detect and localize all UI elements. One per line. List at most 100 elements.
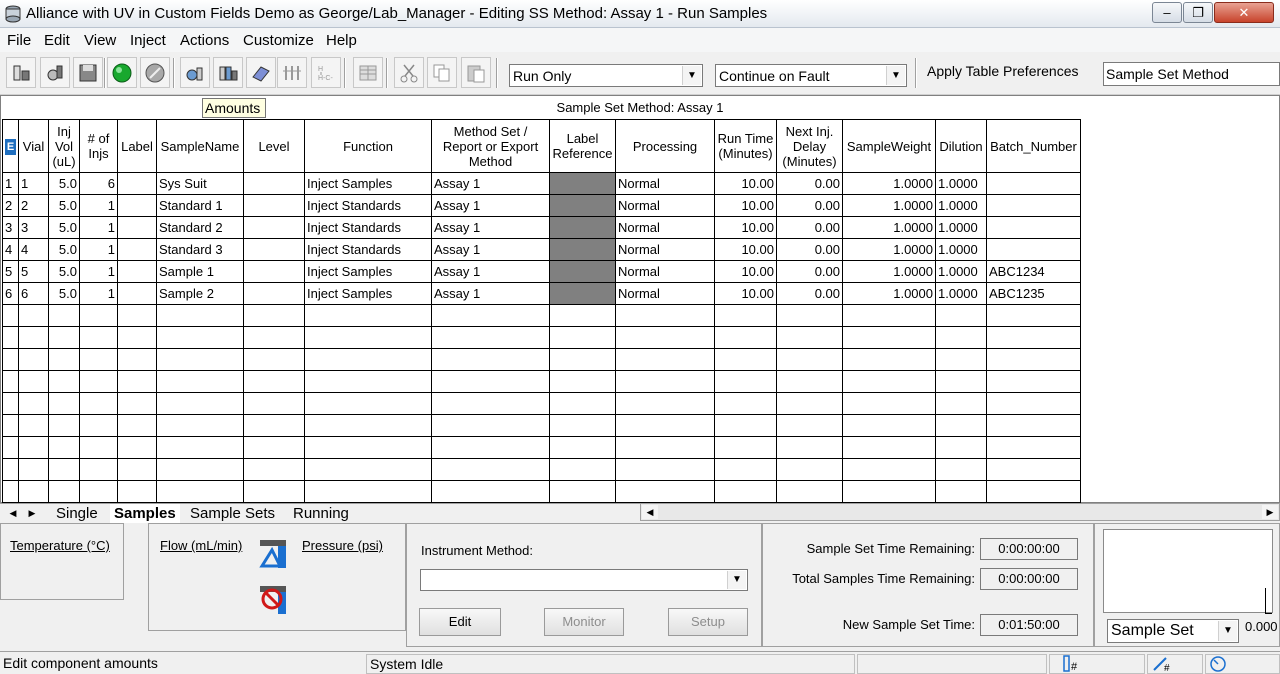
row-number[interactable]: 4 — [2, 238, 19, 261]
menu-file[interactable]: File — [7, 32, 31, 49]
cell-dilution[interactable] — [935, 480, 987, 503]
empty-table-row[interactable] — [2, 348, 1081, 371]
cell-function[interactable]: Inject Samples — [304, 172, 432, 195]
cell-sample-weight[interactable] — [842, 436, 936, 459]
start-run-button[interactable] — [107, 57, 137, 88]
cell-batch-number[interactable] — [986, 194, 1081, 217]
cell-level[interactable] — [243, 480, 305, 503]
table-row[interactable]: 6 6 5.0 1 Sample 2 Inject Samples Assay 1 Norma… — [2, 282, 1081, 305]
tab-scroll-left-icon[interactable]: ◀ — [6, 506, 20, 520]
cell-function[interactable]: Inject Standards — [304, 238, 432, 261]
cell-vial[interactable] — [18, 436, 49, 459]
empty-table-row[interactable] — [2, 458, 1081, 481]
horizontal-scrollbar[interactable]: ◀ ▶ — [640, 503, 1280, 521]
cell-sample-name[interactable] — [156, 348, 244, 371]
inject-vial-button[interactable] — [6, 57, 36, 88]
row-number[interactable] — [2, 304, 19, 327]
table-corner[interactable]: E — [2, 119, 19, 173]
cell-function[interactable] — [304, 304, 432, 327]
cell-num-injs[interactable]: 1 — [79, 282, 118, 305]
cell-sample-weight[interactable]: 1.0000 — [842, 194, 936, 217]
cell-level[interactable] — [243, 326, 305, 349]
cell-inj-vol[interactable] — [48, 304, 80, 327]
cell-vial[interactable] — [18, 348, 49, 371]
cell-num-injs[interactable]: 1 — [79, 238, 118, 261]
cell-dilution[interactable] — [935, 370, 987, 393]
column-header-processing[interactable]: Processing — [615, 119, 715, 173]
cell-batch-number[interactable]: ABC1234 — [986, 260, 1081, 283]
cell-function[interactable]: Inject Samples — [304, 282, 432, 305]
cell-function[interactable] — [304, 348, 432, 371]
cell-vial[interactable] — [18, 370, 49, 393]
cell-label[interactable] — [117, 238, 157, 261]
cell-inj-vol[interactable] — [48, 326, 80, 349]
cell-processing[interactable]: Normal — [615, 194, 715, 217]
cell-next-inj-delay[interactable] — [776, 370, 843, 393]
cell-function[interactable]: Inject Standards — [304, 194, 432, 217]
column-header-next-inj-delay[interactable]: Next Inj. Delay (Minutes) — [776, 119, 843, 173]
edit-button[interactable]: Edit — [419, 608, 501, 636]
menu-help[interactable]: Help — [326, 32, 357, 49]
cell-method-set[interactable] — [431, 348, 550, 371]
cell-inj-vol[interactable]: 5.0 — [48, 216, 80, 239]
cell-label[interactable] — [117, 260, 157, 283]
cell-label[interactable] — [117, 414, 157, 437]
cell-batch-number[interactable] — [986, 458, 1081, 481]
tab-single[interactable]: Single — [52, 504, 102, 523]
cell-method-set[interactable] — [431, 370, 550, 393]
cell-dilution[interactable] — [935, 348, 987, 371]
cell-level[interactable] — [243, 414, 305, 437]
cell-processing[interactable]: Normal — [615, 238, 715, 261]
cell-level[interactable] — [243, 238, 305, 261]
inject-sample-button[interactable] — [40, 57, 70, 88]
cell-label-reference[interactable] — [549, 458, 616, 481]
cell-method-set[interactable] — [431, 392, 550, 415]
pump-off-icon[interactable] — [258, 582, 290, 616]
cell-batch-number[interactable] — [986, 370, 1081, 393]
cell-run-time[interactable] — [714, 304, 777, 327]
cell-dilution[interactable] — [935, 436, 987, 459]
tab-running[interactable]: Running — [289, 504, 353, 523]
cell-level[interactable] — [243, 348, 305, 371]
cell-dilution[interactable]: 1.0000 — [935, 172, 987, 195]
cell-vial[interactable]: 1 — [18, 172, 49, 195]
column-header-sample-weight[interactable]: SampleWeight — [842, 119, 936, 173]
cell-vial[interactable] — [18, 414, 49, 437]
cell-sample-name[interactable] — [156, 436, 244, 459]
cell-dilution[interactable]: 1.0000 — [935, 216, 987, 239]
cell-vial[interactable] — [18, 392, 49, 415]
cell-dilution[interactable] — [935, 458, 987, 481]
cell-next-inj-delay[interactable]: 0.00 — [776, 260, 843, 283]
cell-function[interactable] — [304, 458, 432, 481]
empty-table-row[interactable] — [2, 370, 1081, 393]
cell-label[interactable] — [117, 216, 157, 239]
empty-table-row[interactable] — [2, 480, 1081, 503]
tab-samples[interactable]: Samples — [110, 504, 180, 523]
cell-label-reference[interactable] — [549, 392, 616, 415]
cell-inj-vol[interactable]: 5.0 — [48, 260, 80, 283]
cell-vial[interactable]: 2 — [18, 194, 49, 217]
cell-method-set[interactable] — [431, 458, 550, 481]
cell-sample-weight[interactable] — [842, 304, 936, 327]
cell-level[interactable] — [243, 194, 305, 217]
cell-processing[interactable]: Normal — [615, 282, 715, 305]
cell-run-time[interactable] — [714, 326, 777, 349]
cell-inj-vol[interactable] — [48, 370, 80, 393]
empty-table-row[interactable] — [2, 304, 1081, 327]
cell-processing[interactable] — [615, 480, 715, 503]
cell-run-time[interactable]: 10.00 — [714, 172, 777, 195]
column-header-num-injs[interactable]: # of Injs — [79, 119, 118, 173]
cell-sample-name[interactable]: Sample 2 — [156, 282, 244, 305]
column-header-run-time[interactable]: Run Time (Minutes) — [714, 119, 777, 173]
cell-label-reference[interactable] — [549, 304, 616, 327]
cell-method-set[interactable] — [431, 480, 550, 503]
cell-next-inj-delay[interactable]: 0.00 — [776, 282, 843, 305]
column-header-level[interactable]: Level — [243, 119, 305, 173]
table-row[interactable]: 2 2 5.0 1 Standard 1 Inject Standards Assay 1N… — [2, 194, 1081, 217]
cell-label-reference[interactable] — [549, 414, 616, 437]
row-number[interactable] — [2, 458, 19, 481]
cell-num-injs[interactable] — [79, 348, 118, 371]
tray-button[interactable] — [246, 57, 276, 88]
cell-method-set[interactable]: Assay 1 — [431, 172, 550, 195]
row-number[interactable] — [2, 348, 19, 371]
